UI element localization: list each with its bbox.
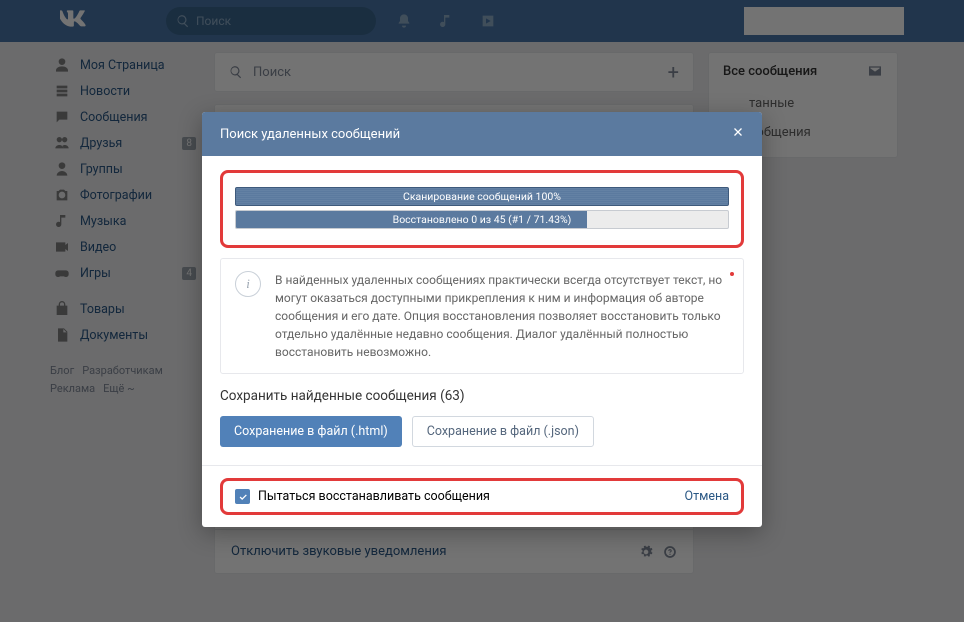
modal-title: Поиск удаленных сообщений — [220, 127, 400, 142]
checkbox-label: Пытаться восстанавливать сообщения — [258, 489, 490, 504]
save-title: Сохранить найденные сообщения (63) — [220, 388, 744, 404]
red-dot — [730, 272, 734, 276]
modal-overlay: Поиск удаленных сообщений Сканирование с… — [0, 0, 964, 622]
cancel-link[interactable]: Отмена — [684, 489, 729, 504]
restore-checkbox[interactable] — [235, 489, 250, 504]
footer-highlight: Пытаться восстанавливать сообщения Отмен… — [220, 478, 744, 515]
progress-scan-label: Сканирование сообщений 100% — [403, 190, 561, 203]
modal: Поиск удаленных сообщений Сканирование с… — [202, 112, 762, 527]
info-text: В найденных удаленных сообщениях практич… — [275, 271, 729, 361]
progress-restore-label: Восстановлено 0 из 45 (#1 / 71.43%) — [236, 213, 728, 226]
progress-restore: Восстановлено 0 из 45 (#1 / 71.43%) — [235, 210, 729, 229]
progress-section-highlight: Сканирование сообщений 100% Восстановлен… — [220, 170, 744, 248]
close-button[interactable] — [732, 126, 744, 142]
save-json-button[interactable]: Сохранение в файл (.json) — [412, 416, 594, 447]
progress-scan: Сканирование сообщений 100% — [235, 187, 729, 206]
info-icon: i — [235, 271, 261, 297]
info-box: i В найденных удаленных сообщениях практ… — [220, 258, 744, 374]
save-html-button[interactable]: Сохранение в файл (.html) — [220, 416, 402, 447]
modal-header: Поиск удаленных сообщений — [202, 112, 762, 156]
